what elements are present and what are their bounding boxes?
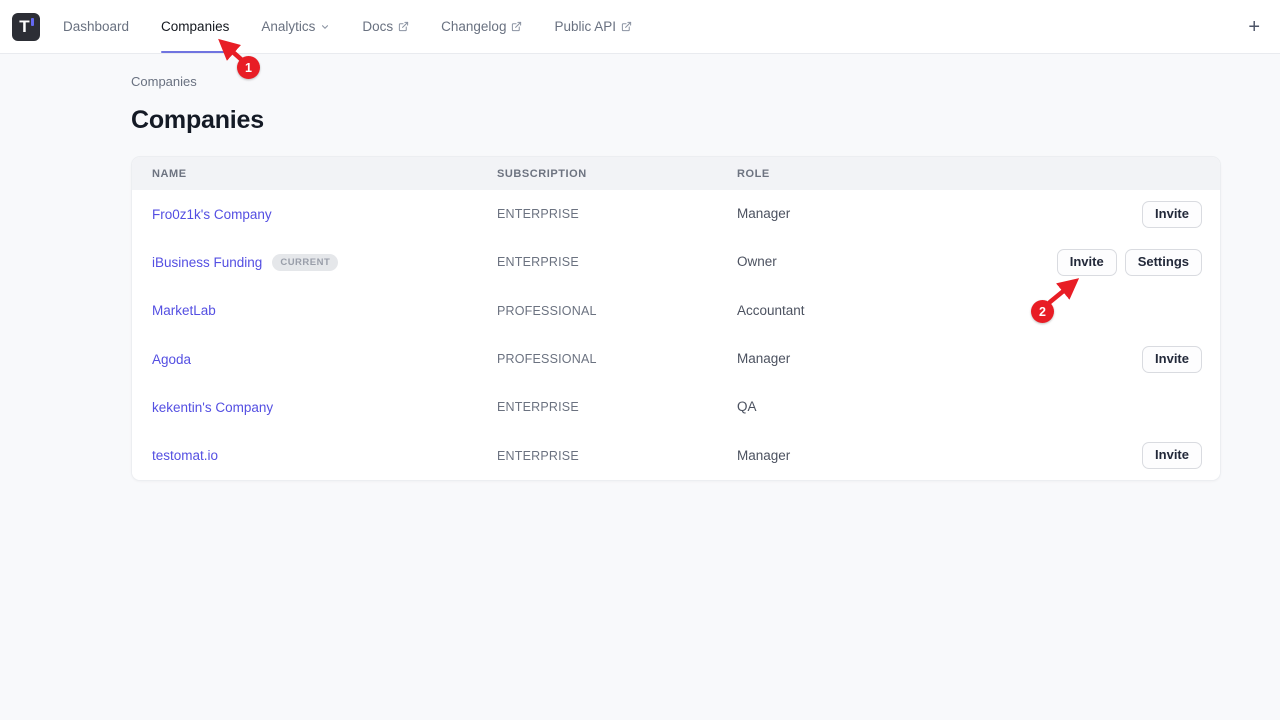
row-actions: Invite (1050, 201, 1220, 228)
table-row: MarketLab PROFESSIONAL Accountant (132, 287, 1220, 335)
external-link-icon (621, 21, 632, 32)
nav-label-public-api: Public API (554, 19, 616, 34)
table-row: testomat.io ENTERPRISE Manager Invite (132, 431, 1220, 479)
role-value: Accountant (737, 303, 805, 318)
add-button[interactable]: + (1242, 13, 1266, 41)
nav-item-dashboard[interactable]: Dashboard (63, 0, 129, 53)
row-actions: Invite Settings (1050, 249, 1220, 276)
nav-item-analytics[interactable]: Analytics (261, 0, 330, 53)
annotation-badge-2: 2 (1031, 300, 1054, 323)
role-value: Manager (737, 206, 790, 221)
company-name-link[interactable]: iBusiness Funding (152, 255, 262, 270)
column-header-name: NAME (132, 168, 497, 180)
role-value: Manager (737, 448, 790, 463)
row-actions: Invite (1050, 442, 1220, 469)
table-row: iBusiness Funding CURRENT ENTERPRISE Own… (132, 238, 1220, 286)
subscription-value: PROFESSIONAL (497, 304, 597, 318)
logo-letter: T (19, 18, 29, 35)
role-value: Manager (737, 351, 790, 366)
company-name-link[interactable]: testomat.io (152, 448, 218, 463)
nav-label-docs: Docs (362, 19, 393, 34)
page-content: Companies Companies NAME SUBSCRIPTION RO… (131, 54, 1221, 481)
companies-table-card: NAME SUBSCRIPTION ROLE Fro0z1k's Company… (131, 156, 1221, 481)
subscription-value: ENTERPRISE (497, 207, 579, 221)
subscription-value: ENTERPRISE (497, 449, 579, 463)
nav-label-companies: Companies (161, 19, 229, 34)
invite-button[interactable]: Invite (1142, 346, 1202, 373)
nav-label-analytics: Analytics (261, 19, 315, 34)
role-value: Owner (737, 254, 777, 269)
app-logo[interactable]: T (12, 13, 40, 41)
top-navigation-bar: T Dashboard Companies Analytics Docs Cha… (0, 0, 1280, 54)
subscription-value: ENTERPRISE (497, 255, 579, 269)
nav-item-docs[interactable]: Docs (362, 0, 409, 53)
column-header-subscription: SUBSCRIPTION (497, 168, 737, 180)
column-header-role: ROLE (737, 168, 1050, 180)
company-name-link[interactable]: kekentin's Company (152, 400, 273, 415)
breadcrumb[interactable]: Companies (131, 54, 1221, 89)
role-value: QA (737, 399, 757, 414)
chevron-down-icon (320, 22, 330, 32)
subscription-value: ENTERPRISE (497, 400, 579, 414)
nav-item-public-api[interactable]: Public API (554, 0, 632, 53)
table-body: Fro0z1k's Company ENTERPRISE Manager Inv… (132, 190, 1220, 480)
row-actions: Invite (1050, 346, 1220, 373)
external-link-icon (511, 21, 522, 32)
invite-button[interactable]: Invite (1142, 442, 1202, 469)
company-name-link[interactable]: Agoda (152, 352, 191, 367)
table-header-row: NAME SUBSCRIPTION ROLE (132, 157, 1220, 190)
company-name-link[interactable]: Fro0z1k's Company (152, 207, 272, 222)
nav-label-changelog: Changelog (441, 19, 506, 34)
nav-label-dashboard: Dashboard (63, 19, 129, 34)
settings-button[interactable]: Settings (1125, 249, 1202, 276)
external-link-icon (398, 21, 409, 32)
table-row: Fro0z1k's Company ENTERPRISE Manager Inv… (132, 190, 1220, 238)
invite-button[interactable]: Invite (1142, 201, 1202, 228)
nav-item-companies[interactable]: Companies (161, 0, 229, 53)
table-row: kekentin's Company ENTERPRISE QA (132, 383, 1220, 431)
subscription-value: PROFESSIONAL (497, 352, 597, 366)
main-nav: Dashboard Companies Analytics Docs Chang… (63, 0, 632, 53)
company-name-link[interactable]: MarketLab (152, 303, 216, 318)
invite-button[interactable]: Invite (1057, 249, 1117, 276)
table-row: Agoda PROFESSIONAL Manager Invite (132, 335, 1220, 383)
page-title: Companies (131, 106, 1221, 135)
nav-item-changelog[interactable]: Changelog (441, 0, 522, 53)
logo-accent-mark (31, 18, 34, 26)
current-company-badge: CURRENT (272, 254, 338, 271)
annotation-badge-1: 1 (237, 56, 260, 79)
